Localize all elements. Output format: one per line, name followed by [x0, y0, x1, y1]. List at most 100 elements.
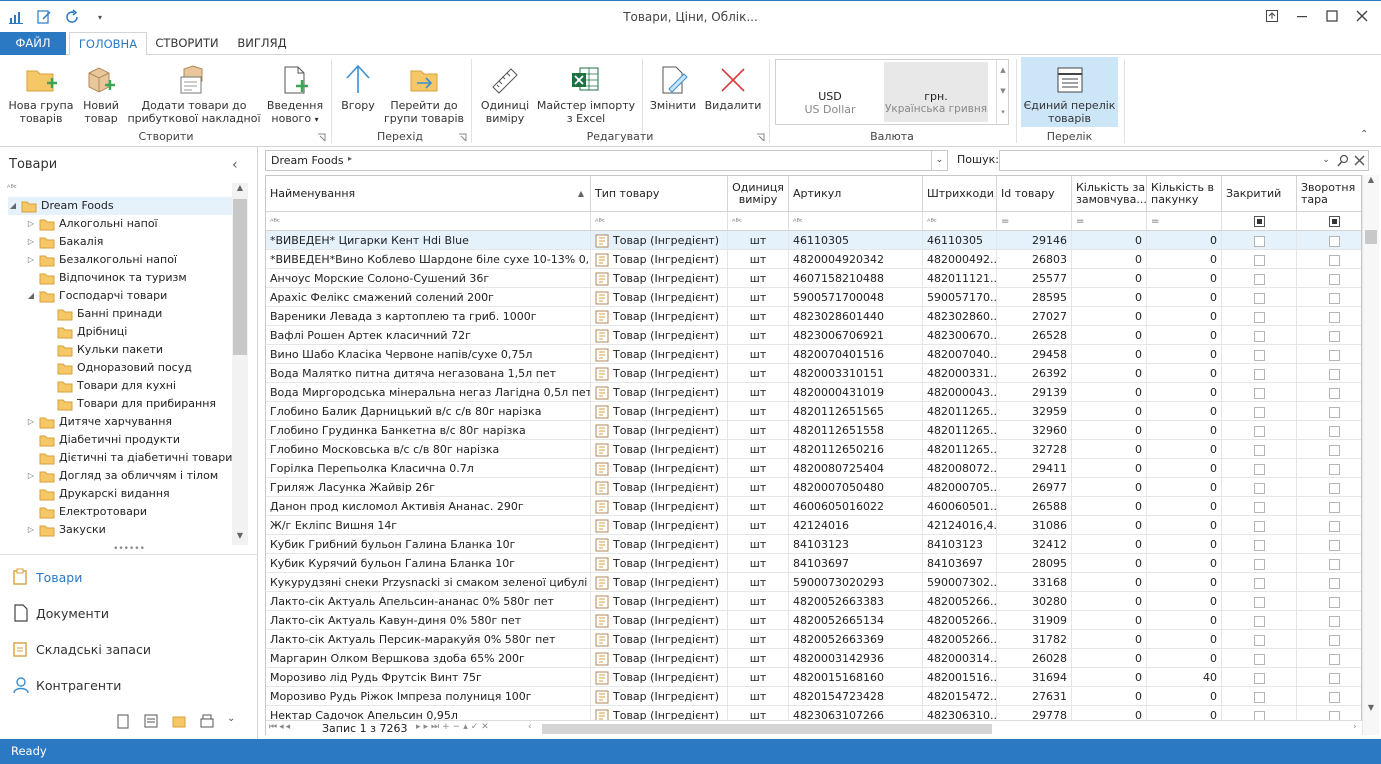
checkbox[interactable] [1253, 558, 1265, 570]
tree-node[interactable]: Товари для кухні [44, 377, 176, 395]
cell-sku[interactable]: 4820015168160 [789, 668, 923, 687]
cell-id[interactable]: 33168 [997, 573, 1072, 592]
tree-node[interactable]: Банні принади [44, 305, 162, 323]
checkbox[interactable] [1328, 406, 1340, 418]
checkbox[interactable] [1253, 444, 1265, 456]
cell-barcode[interactable]: 42124016,4... [923, 516, 997, 535]
cell-sku[interactable]: 4607158210488 [789, 269, 923, 288]
cell-id[interactable]: 27631 [997, 687, 1072, 706]
cell-default-qty[interactable]: 0 [1072, 440, 1147, 459]
cell-returnable[interactable] [1297, 630, 1361, 649]
checkbox[interactable] [1253, 691, 1265, 703]
cell-sku[interactable]: 4820070401516 [789, 345, 923, 364]
tree-node[interactable]: Кульки пакети [44, 341, 163, 359]
excel-import-button[interactable]: Майстер імпорту з Excel [536, 57, 636, 125]
cell-type[interactable]: Товар (Інгредієнт) [591, 687, 728, 706]
more-icon[interactable]: ⌄ [227, 713, 235, 729]
cell-type[interactable]: Товар (Інгредієнт) [591, 478, 728, 497]
cell-unit[interactable]: шт [728, 649, 789, 668]
cell-name[interactable]: Горілка Перепьолка Класична 0.7л [266, 459, 591, 478]
cell-id[interactable]: 26803 [997, 250, 1072, 269]
cell-id[interactable]: 27027 [997, 307, 1072, 326]
cell-pack-qty[interactable]: 0 [1147, 288, 1222, 307]
cell-returnable[interactable] [1297, 611, 1361, 630]
cell-pack-qty[interactable]: 0 [1147, 440, 1222, 459]
go-to-group-button[interactable]: Перейти до групи товарів [384, 57, 464, 125]
stock-icon[interactable] [171, 713, 187, 729]
cell-name[interactable]: Глобино Московська в/с с/в 80г нарізка [266, 440, 591, 459]
abc-filter-icon[interactable]: ᴬᴮᶜ [7, 183, 17, 192]
checkbox[interactable] [1253, 615, 1265, 627]
cell-closed[interactable] [1222, 478, 1297, 497]
cell-name[interactable]: Гриляж Ласунка Жайвір 26г [266, 478, 591, 497]
cell-barcode[interactable]: 482000043... [923, 383, 997, 402]
cell-default-qty[interactable]: 0 [1072, 231, 1147, 250]
checkbox[interactable] [1328, 653, 1340, 665]
cell-barcode[interactable]: 482011121... [923, 269, 997, 288]
cell-name[interactable]: Данон прод кисломол Активія Ананас. 290г [266, 497, 591, 516]
table-row[interactable]: Кукурудзяні снеки Przysnacki зі смаком з… [266, 573, 1361, 592]
cell-returnable[interactable] [1297, 478, 1361, 497]
chevron-down-icon[interactable]: ⌄ [931, 151, 947, 170]
checkbox[interactable] [1328, 444, 1340, 456]
cell-unit[interactable]: шт [728, 630, 789, 649]
cell-barcode[interactable]: 482000331... [923, 364, 997, 383]
table-row[interactable]: Морозиво лід Рудь Фрутсік Винт 75г Товар … [266, 668, 1361, 687]
cell-sku[interactable]: 4600605016022 [789, 497, 923, 516]
cell-pack-qty[interactable]: 0 [1147, 345, 1222, 364]
checkbox[interactable] [1253, 330, 1265, 342]
expander-icon[interactable]: ▷ [26, 233, 36, 251]
cell-id[interactable]: 32728 [997, 440, 1072, 459]
cell-default-qty[interactable]: 0 [1072, 459, 1147, 478]
cell-unit[interactable]: шт [728, 573, 789, 592]
breadcrumb[interactable]: Dream Foods ▸ ⌄ [265, 150, 948, 171]
units-button[interactable]: Одиниці виміру [478, 57, 532, 125]
table-row[interactable]: Ж/г Екліпс Вишня 14г Товар (Інгредієнт) шт… [266, 516, 1361, 535]
cell-barcode[interactable]: 482300670... [923, 326, 997, 345]
filter-cell[interactable] [1297, 212, 1361, 231]
checkbox[interactable] [1328, 273, 1340, 285]
cell-default-qty[interactable]: 0 [1072, 364, 1147, 383]
cell-returnable[interactable] [1297, 421, 1361, 440]
cell-unit[interactable]: шт [728, 535, 789, 554]
cell-closed[interactable] [1222, 307, 1297, 326]
cell-unit[interactable]: шт [728, 611, 789, 630]
table-row[interactable]: Кубик Грибний бульон Галина Бланка 10г То… [266, 535, 1361, 554]
cell-name[interactable]: *ВИВЕДЕН*Вино Коблево Шардоне біле сухе … [266, 250, 591, 269]
dialog-launcher-icon[interactable] [317, 133, 326, 142]
expander-icon[interactable]: ▷ [26, 467, 36, 485]
cell-pack-qty[interactable]: 0 [1147, 592, 1222, 611]
cell-default-qty[interactable]: 0 [1072, 592, 1147, 611]
column-header-pack-qty[interactable]: Кількість в пакунку [1147, 176, 1222, 212]
cell-closed[interactable] [1222, 421, 1297, 440]
cell-type[interactable]: Товар (Інгредієнт) [591, 250, 728, 269]
tree-node[interactable]: Дрібниці [44, 323, 127, 341]
cell-pack-qty[interactable]: 40 [1147, 668, 1222, 687]
cell-unit[interactable]: шт [728, 269, 789, 288]
checkbox[interactable] [1253, 254, 1265, 266]
checkbox[interactable] [1253, 501, 1265, 513]
cell-id[interactable]: 31086 [997, 516, 1072, 535]
cell-id[interactable]: 32959 [997, 402, 1072, 421]
new-group-button[interactable]: Нова група товарів [6, 57, 76, 125]
checkbox[interactable] [1328, 463, 1340, 475]
cell-id[interactable]: 26028 [997, 649, 1072, 668]
cell-barcode[interactable]: 482000705... [923, 478, 997, 497]
dialog-launcher-icon[interactable] [458, 133, 467, 142]
cell-unit[interactable]: шт [728, 554, 789, 573]
checkbox[interactable] [1253, 387, 1265, 399]
table-row[interactable]: Морозиво Рудь Ріжок Імпреза полуниця 100… [266, 687, 1361, 706]
documents-icon[interactable] [143, 713, 159, 729]
cell-unit[interactable]: шт [728, 516, 789, 535]
checkbox[interactable] [1253, 425, 1265, 437]
checkbox[interactable] [1328, 292, 1340, 304]
nav-next-last-icons[interactable]: ▸▸⏭+−▴✓✕ [416, 722, 492, 732]
grid-vertical-scrollbar[interactable]: ▲ ▼ [1362, 175, 1379, 735]
cell-closed[interactable] [1222, 250, 1297, 269]
cell-barcode[interactable]: 84103123 [923, 535, 997, 554]
table-row[interactable]: Лакто-сік Актуаль Персик-маракуйя 0% 580… [266, 630, 1361, 649]
cell-barcode[interactable]: 590057170... [923, 288, 997, 307]
table-row[interactable]: Глобино Грудинка Банкетна в/с 80г нарізк… [266, 421, 1361, 440]
column-header-closed[interactable]: Закритий [1222, 176, 1297, 212]
table-row[interactable]: Горілка Перепьолка Класична 0.7л Товар (І… [266, 459, 1361, 478]
